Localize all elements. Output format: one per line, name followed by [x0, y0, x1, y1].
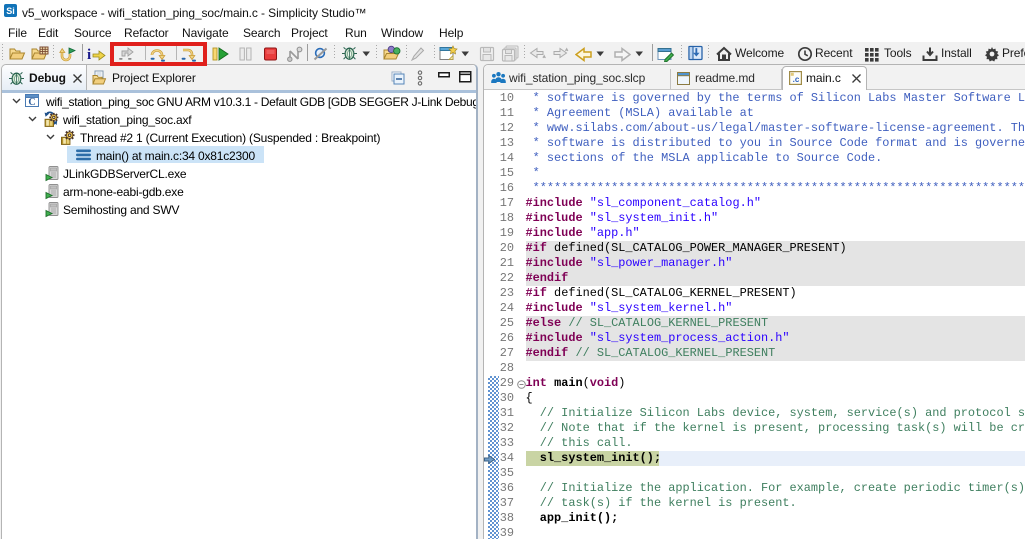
svg-text:i: i: [87, 47, 91, 62]
svg-text:C: C: [28, 97, 35, 108]
svg-text:.c: .c: [793, 75, 800, 84]
svg-text:Si: Si: [6, 6, 15, 16]
